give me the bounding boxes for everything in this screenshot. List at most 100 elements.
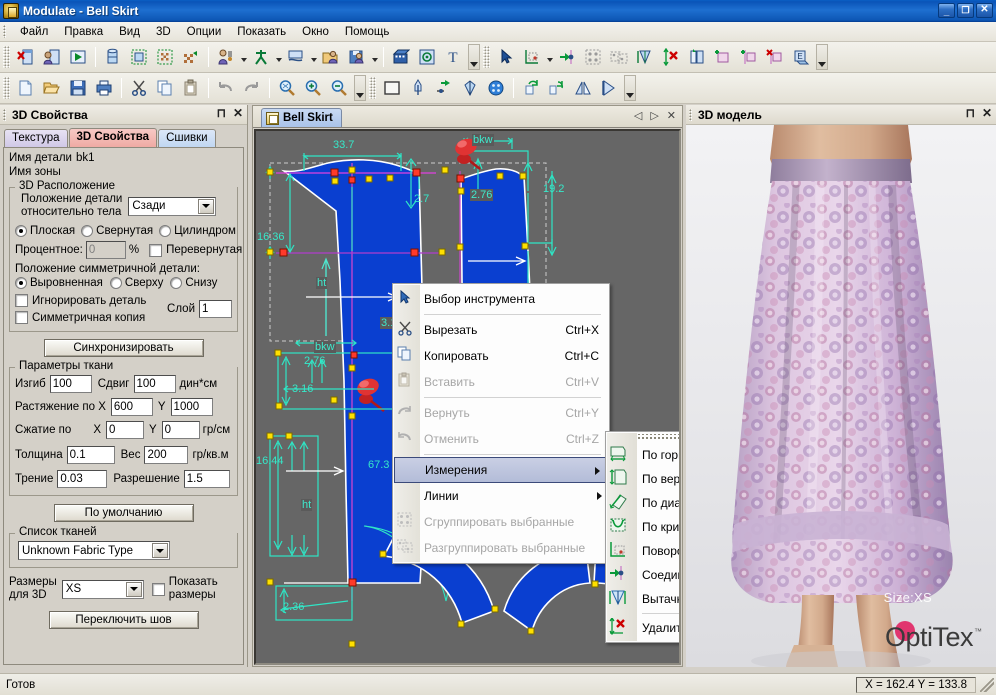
zoom-out-icon[interactable] bbox=[327, 76, 351, 100]
pin-icon[interactable]: ⊓ bbox=[966, 107, 975, 119]
cylinder-icon[interactable] bbox=[101, 45, 125, 69]
resize-grip-icon[interactable] bbox=[980, 678, 994, 692]
pen-icon[interactable] bbox=[406, 76, 430, 100]
menu-edit[interactable]: Правка bbox=[56, 24, 111, 40]
export-piece-icon[interactable]: E bbox=[789, 45, 813, 69]
layer-input[interactable] bbox=[199, 300, 232, 318]
mesh-icon[interactable] bbox=[153, 45, 177, 69]
zoom-fit-icon[interactable] bbox=[275, 76, 299, 100]
mirror-horizontal-icon[interactable] bbox=[571, 76, 595, 100]
default-button[interactable]: По умолчанию bbox=[54, 504, 194, 522]
radio-above[interactable]: Сверху bbox=[110, 277, 163, 289]
resolution-input[interactable] bbox=[184, 470, 230, 488]
open-avatar-icon[interactable] bbox=[319, 45, 343, 69]
mirror-piece-icon[interactable] bbox=[685, 45, 709, 69]
group-icon[interactable] bbox=[581, 45, 605, 69]
submenu-item-delete[interactable]: Удалить bbox=[606, 616, 681, 640]
show-sizes-checkbox[interactable] bbox=[152, 583, 165, 596]
point-icon[interactable] bbox=[432, 76, 456, 100]
ignore-part-checkbox[interactable] bbox=[15, 294, 28, 307]
print-icon[interactable] bbox=[92, 76, 116, 100]
save-icon[interactable] bbox=[66, 76, 90, 100]
menu-window[interactable]: Окно bbox=[294, 24, 337, 40]
save-avatar-dropdown-icon[interactable] bbox=[370, 45, 379, 69]
menu-help[interactable]: Помощь bbox=[337, 24, 397, 40]
close-button[interactable]: ✕ bbox=[976, 3, 993, 18]
size-combo[interactable]: XS bbox=[62, 580, 144, 599]
add-point-icon[interactable] bbox=[737, 45, 761, 69]
submenu-item-horizontal[interactable]: По горизонтали bbox=[606, 443, 681, 467]
new-icon[interactable] bbox=[14, 76, 38, 100]
rotate-right-icon[interactable] bbox=[545, 76, 569, 100]
remove-point-icon[interactable] bbox=[763, 45, 787, 69]
synchronize-button[interactable]: Синхронизировать bbox=[44, 339, 204, 357]
add-piece-icon[interactable] bbox=[711, 45, 735, 69]
context-item-lines[interactable]: Линии bbox=[393, 483, 609, 509]
rectangle-icon[interactable] bbox=[380, 76, 404, 100]
weight-input[interactable] bbox=[144, 446, 188, 464]
avatar-tools-icon[interactable] bbox=[214, 45, 238, 69]
context-item-measurements[interactable]: Измерения bbox=[394, 457, 608, 483]
submenu-item-vertical[interactable]: По вертикали bbox=[606, 467, 681, 491]
toolbar-grip[interactable] bbox=[483, 46, 490, 68]
fabric-type-combo[interactable]: Unknown Fabric Type bbox=[18, 541, 170, 560]
symmetric-copy-checkbox[interactable] bbox=[15, 311, 28, 324]
tab-3d-properties[interactable]: 3D Свойства bbox=[69, 128, 158, 147]
delete-measure-icon[interactable] bbox=[659, 45, 683, 69]
copy-icon[interactable] bbox=[153, 76, 177, 100]
toolbar-grip[interactable] bbox=[369, 77, 376, 99]
redo-icon[interactable] bbox=[240, 76, 264, 100]
toolbar-overflow-button[interactable] bbox=[624, 75, 636, 101]
save-avatar-icon[interactable] bbox=[345, 45, 369, 69]
close-icon[interactable]: ✕ bbox=[982, 107, 992, 119]
avatar-pose-icon[interactable] bbox=[249, 45, 273, 69]
open-icon[interactable] bbox=[40, 76, 64, 100]
menu-file[interactable]: Файл bbox=[12, 24, 56, 40]
open-pattern-icon[interactable] bbox=[40, 45, 64, 69]
menu-options[interactable]: Опции bbox=[179, 24, 230, 40]
radio-flat[interactable]: Плоская bbox=[15, 225, 75, 237]
paste-icon[interactable] bbox=[179, 76, 203, 100]
close-icon[interactable]: ✕ bbox=[233, 107, 243, 119]
tab-prev-icon[interactable]: ◁ bbox=[634, 109, 642, 122]
submenu-item-dart[interactable]: Вытачка bbox=[606, 587, 681, 611]
rotate-left-icon[interactable] bbox=[519, 76, 543, 100]
document-tab-bell-skirt[interactable]: Bell Skirt bbox=[261, 108, 342, 127]
context-item-cut[interactable]: Вырезать Ctrl+X bbox=[393, 317, 609, 343]
ungroup-icon[interactable] bbox=[607, 45, 631, 69]
context-item-select-tool[interactable]: Выбор инструмента bbox=[393, 286, 609, 312]
rotate-measure-icon[interactable] bbox=[520, 45, 544, 69]
join-icon[interactable] bbox=[555, 45, 579, 69]
toolbar-grip[interactable] bbox=[3, 46, 10, 68]
avatar-tools-dropdown-icon[interactable] bbox=[239, 45, 248, 69]
radio-aligned[interactable]: Выровненная bbox=[15, 277, 103, 289]
maximize-button[interactable]: ❐ bbox=[957, 3, 974, 18]
fabric-roll-icon[interactable] bbox=[284, 45, 308, 69]
select-area-icon[interactable] bbox=[127, 45, 151, 69]
friction-input[interactable] bbox=[57, 470, 107, 488]
chevron-down-icon[interactable] bbox=[198, 199, 214, 214]
toolbar-grip[interactable] bbox=[3, 77, 10, 99]
thickness-input[interactable] bbox=[67, 446, 115, 464]
button-icon[interactable] bbox=[484, 76, 508, 100]
bend-input[interactable] bbox=[50, 375, 92, 393]
chevron-down-icon[interactable] bbox=[152, 543, 168, 558]
toolbar-overflow-button[interactable] bbox=[468, 44, 480, 70]
zoom-in-icon[interactable] bbox=[301, 76, 325, 100]
flipped-checkbox[interactable] bbox=[149, 244, 162, 257]
pointer-icon[interactable] bbox=[494, 45, 518, 69]
rotate-measure-dropdown-icon[interactable] bbox=[545, 45, 554, 69]
mesh-export-icon[interactable] bbox=[179, 45, 203, 69]
submenu-item-rotation[interactable]: Поворота bbox=[606, 539, 681, 563]
text-icon[interactable]: T bbox=[441, 45, 465, 69]
percent-input[interactable] bbox=[86, 241, 126, 259]
pin-icon[interactable]: ⊓ bbox=[217, 107, 226, 119]
close-pattern-icon[interactable] bbox=[14, 45, 38, 69]
render-icon[interactable] bbox=[415, 45, 439, 69]
submenu-item-join[interactable]: Соединение bbox=[606, 563, 681, 587]
menu-view[interactable]: Вид bbox=[111, 24, 148, 40]
placement-combo[interactable]: Сзади bbox=[128, 197, 216, 216]
fabric-roll-dropdown-icon[interactable] bbox=[309, 45, 318, 69]
radio-below[interactable]: Снизу bbox=[170, 277, 217, 289]
shear-input[interactable] bbox=[134, 375, 176, 393]
